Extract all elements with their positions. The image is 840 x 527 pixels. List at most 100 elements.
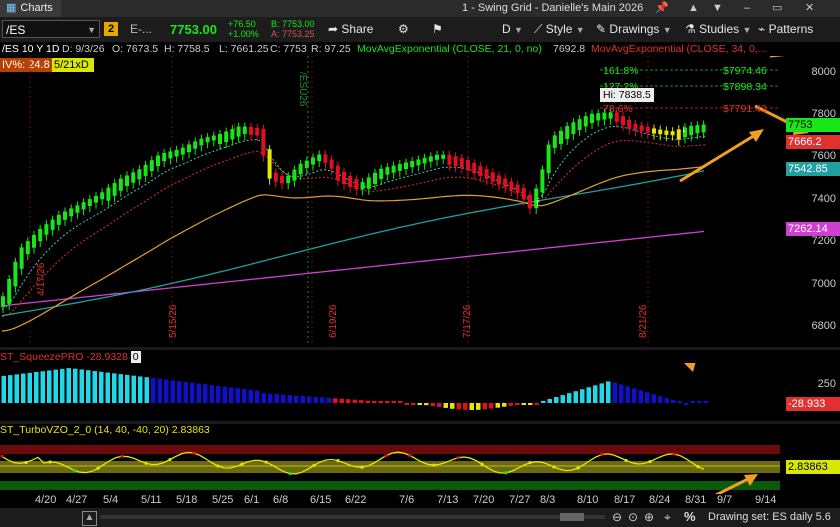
chevron-down-icon: ▼ (575, 25, 585, 35)
ema21-value: 7692.8 (553, 43, 586, 55)
squeeze-bar (235, 388, 240, 403)
squeeze-bar (53, 369, 58, 403)
date-axis-label: 7/13 (437, 494, 459, 506)
squeeze-bar (495, 403, 500, 408)
squeeze-study-label[interactable]: ST_SqueezePRO (0, 351, 83, 363)
close-icon[interactable]: ✕ (805, 0, 814, 17)
squeeze-bar (60, 368, 65, 403)
squeeze-bar (541, 400, 546, 403)
chevron-down-icon: ▼ (742, 25, 752, 35)
chart-title: /ES 10 Y 1D (2, 43, 60, 55)
turbo-dot (312, 463, 316, 468)
squeeze-bar (677, 401, 682, 403)
squeeze-bar (138, 376, 143, 403)
turbo-chart[interactable] (0, 437, 840, 494)
date-axis-label: 8/17 (614, 494, 636, 506)
percent-icon[interactable]: % (684, 509, 696, 524)
squeeze-bar (450, 403, 455, 409)
squeeze-bar (333, 398, 338, 403)
arrow-up-icon[interactable]: ▲ (688, 0, 699, 17)
squeeze-extra-value: 0 (130, 351, 141, 363)
ema21-study-label[interactable]: MovAvgExponential (CLOSE, 21, 0, no) (357, 42, 542, 56)
turbo-dot (192, 451, 196, 455)
squeeze-bar (261, 393, 266, 403)
squeeze-bar (697, 401, 702, 403)
squeeze-bar (47, 370, 52, 403)
style-button[interactable]: ⟋ Style ▼ (534, 17, 585, 42)
squeeze-bar (437, 403, 442, 407)
zoom-out-icon[interactable]: ⊖ (612, 510, 622, 524)
status-bar: ▲ ⊖ ⊙ ⊕ ⌖ % Drawing set: ES daily 5.6 (0, 508, 840, 527)
squeeze-bar (404, 403, 409, 405)
squeeze-bar (307, 396, 312, 403)
bar-date: D: 9/3/26 (62, 43, 105, 55)
share-button[interactable]: ➦ Share (328, 17, 373, 42)
charts-tab[interactable]: ▦ Charts (0, 0, 61, 17)
squeeze-bar (378, 401, 383, 403)
squeeze-bar (528, 403, 533, 405)
squeeze-bar (703, 401, 708, 403)
bar-range: R: 97.25 (311, 43, 351, 55)
squeeze-histogram[interactable] (0, 363, 840, 421)
squeeze-bar (105, 372, 110, 403)
squeeze-bar (502, 403, 507, 407)
squeeze-bar (144, 377, 149, 403)
turbo-dot (216, 464, 220, 468)
squeeze-bar (300, 396, 305, 403)
turbo-value-box: 2.83863 (786, 460, 840, 474)
squeeze-bar (476, 403, 481, 410)
bar-close: C: 7753 (270, 43, 307, 55)
symbol-input[interactable]: /ES ▼ (2, 20, 100, 38)
percent-change: +1.00% (228, 29, 259, 39)
chart-scrollbar[interactable] (100, 513, 605, 521)
squeeze-bar (79, 369, 84, 403)
squeeze-bar (567, 393, 572, 403)
squeeze-bar (443, 403, 448, 408)
date-axis-label: 9/7 (717, 494, 733, 506)
link-badge[interactable]: 2 (104, 22, 118, 36)
squeeze-bar (125, 374, 130, 403)
maximize-icon[interactable]: ▭ (772, 0, 782, 17)
patterns-button[interactable]: ⌁ Patterns (758, 17, 813, 42)
turbo-dot (264, 460, 268, 464)
ema34-study-label[interactable]: MovAvgExponential (CLOSE, 34, 0,... (591, 42, 766, 56)
turbo-dot (168, 457, 172, 462)
date-axis-label: 6/15 (310, 494, 332, 506)
zoom-in-icon[interactable]: ⊕ (644, 510, 654, 524)
price-chart[interactable]: ↓ ↑ ↓ (0, 56, 840, 346)
scrollbar-thumb[interactable] (560, 513, 584, 521)
arrow-down-icon[interactable]: ▼ (712, 0, 723, 17)
drawing-set-label[interactable]: Drawing set: ES daily 5.6 (708, 511, 831, 523)
squeeze-bar (651, 394, 656, 403)
turbo-dot (240, 462, 244, 466)
last-price: 7753.00 (170, 22, 217, 37)
date-axis-label: 8/10 (577, 494, 599, 506)
high-label: Hi: 7838.5 (600, 88, 654, 102)
squeeze-bar (222, 386, 227, 403)
squeeze-bar (183, 381, 188, 403)
cursor-icon[interactable]: ⌖ (664, 510, 671, 525)
flag-icon[interactable]: ⚑ (432, 17, 443, 42)
squeeze-bar (359, 400, 364, 403)
squeeze-bar (456, 403, 461, 410)
squeeze-bar (469, 403, 474, 410)
pane-divider[interactable] (0, 347, 840, 350)
period-select[interactable]: D ▼ (502, 17, 523, 42)
drawings-button[interactable]: ✎ Drawings ▼ (596, 17, 672, 42)
collapse-icon[interactable]: ▲ (82, 511, 97, 526)
chart-toolbar: /ES ▼ 2 E-... 7753.00 +76.50 +1.00% B: 77… (0, 17, 840, 43)
pin-icon[interactable]: 📌 (655, 0, 669, 17)
squeeze-bar (40, 371, 45, 403)
studies-button[interactable]: ⚗ Studies ▼ (685, 17, 751, 42)
turbo-dot (144, 461, 148, 465)
minimize-icon[interactable]: – (744, 0, 750, 17)
gear-icon[interactable]: ⚙ (398, 17, 409, 42)
squeeze-bar (118, 374, 123, 403)
turbo-dot (336, 459, 340, 463)
squeeze-bar (92, 371, 97, 403)
squeeze-bar (372, 401, 377, 403)
squeeze-bar (430, 403, 435, 406)
squeeze-bar (287, 395, 292, 403)
zoom-icon[interactable]: ⊙ (628, 510, 638, 524)
turbo-study-label[interactable]: ST_TurboVZO_2_0 (14, 40, -40, 20) (0, 424, 169, 436)
